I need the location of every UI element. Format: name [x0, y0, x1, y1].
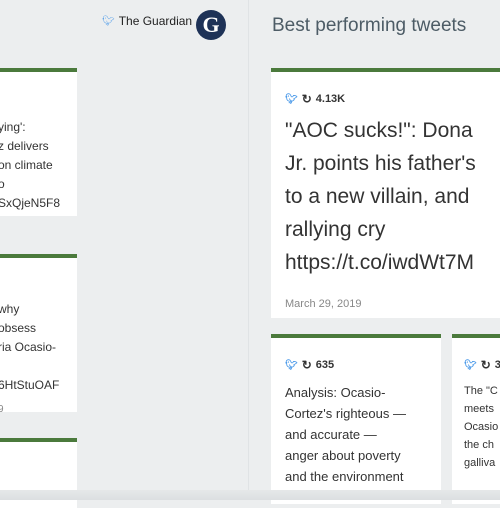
account-name[interactable]: The Guardian: [119, 14, 192, 28]
tweet-line: anger about poverty: [285, 448, 401, 463]
tweet-card[interactable]: 🐦︎ ↻ 635 Analysis: Ocasio- Cortez's righ…: [271, 334, 441, 504]
tweet-line: The "C: [464, 385, 498, 397]
tweet-text: "AOC sucks!": Dona Jr. points his father…: [285, 114, 476, 279]
tweet-line: o: [0, 175, 60, 194]
twitter-bird-icon: 🐦︎: [464, 359, 477, 371]
retweet-icon: ↻: [301, 92, 312, 106]
retweet-icon: ↻: [480, 358, 491, 372]
retweet-count: 635: [315, 359, 335, 371]
tweet-text: why obsess ria Ocasio- 6HtStuOAF: [0, 300, 59, 395]
tweet-line: Cortez's righteous —: [285, 406, 406, 421]
tweet-meta: 🐦︎ ↻ 4.13K: [285, 92, 345, 106]
left-tweet-card-1[interactable]: ying': z delivers on climate o SxQjeN5F8…: [0, 68, 77, 216]
tweet-line: and the environment: [285, 469, 404, 484]
retweet-count: 4.13K: [315, 93, 346, 105]
tweet-line: obsess: [0, 321, 37, 335]
tweet-line: z delivers: [0, 139, 49, 153]
guardian-logo[interactable]: G: [196, 10, 226, 40]
retweet-icon: ↻: [301, 358, 312, 372]
retweet-count: 3: [495, 359, 500, 371]
tweet-line: Analysis: Ocasio-: [285, 385, 386, 400]
tweet-line: [0, 357, 59, 376]
twitter-bird-icon: 🐦︎: [102, 15, 115, 27]
tweet-line: ria Ocasio-: [0, 340, 57, 354]
tweet-line: galliva: [464, 457, 496, 469]
tweet-line: Jr. points his father's: [285, 152, 476, 175]
tweet-line: "AOC sucks!": Dona: [285, 119, 473, 142]
tweet-date: 9: [0, 404, 4, 412]
twitter-bird-icon: 🐦︎: [285, 93, 298, 105]
tweet-line: 6HtStuOAF: [0, 378, 60, 392]
tweet-text: ying': z delivers on climate o SxQjeN5F8: [0, 118, 60, 213]
column-divider: [248, 0, 249, 500]
tweet-line: and accurate —: [285, 427, 377, 442]
tweet-meta: 🐦︎ ↻ 3: [464, 358, 500, 372]
tweet-line: ying':: [0, 120, 26, 134]
tweet-line: Ocasio: [464, 421, 499, 433]
tweet-card[interactable]: 🐦︎ ↻ 3 The "C meets Ocasio the ch galliv…: [452, 334, 500, 504]
tweet-line: meets: [464, 403, 494, 415]
left-tweet-card-2[interactable]: why obsess ria Ocasio- 6HtStuOAF 9: [0, 254, 77, 412]
tweet-date: March 29, 2019: [285, 298, 362, 310]
section-title: Best performing tweets: [272, 15, 467, 36]
account-header: 🐦︎ The Guardian: [102, 14, 192, 28]
tweet-text: The "C meets Ocasio the ch galliva: [464, 382, 498, 472]
tweet-line: the ch: [464, 439, 494, 451]
tweet-line: https://t.co/iwdWt7M: [285, 251, 475, 274]
tweet-line: why: [0, 302, 20, 316]
tweet-line: rallying cry: [285, 218, 386, 241]
guardian-logo-letter: G: [202, 12, 220, 37]
featured-tweet-card[interactable]: 🐦︎ ↻ 4.13K "AOC sucks!": Dona Jr. points…: [271, 68, 500, 318]
tweet-line: SxQjeN5F8: [0, 196, 61, 210]
tweet-line: to a new villain, and: [285, 185, 470, 208]
twitter-bird-icon: 🐦︎: [285, 359, 298, 371]
tweet-meta: 🐦︎ ↻ 635: [285, 358, 334, 372]
tweet-text: Analysis: Ocasio- Cortez's righteous — a…: [285, 382, 406, 487]
tweet-line: on climate: [0, 158, 53, 172]
bottom-edge: [0, 490, 500, 500]
